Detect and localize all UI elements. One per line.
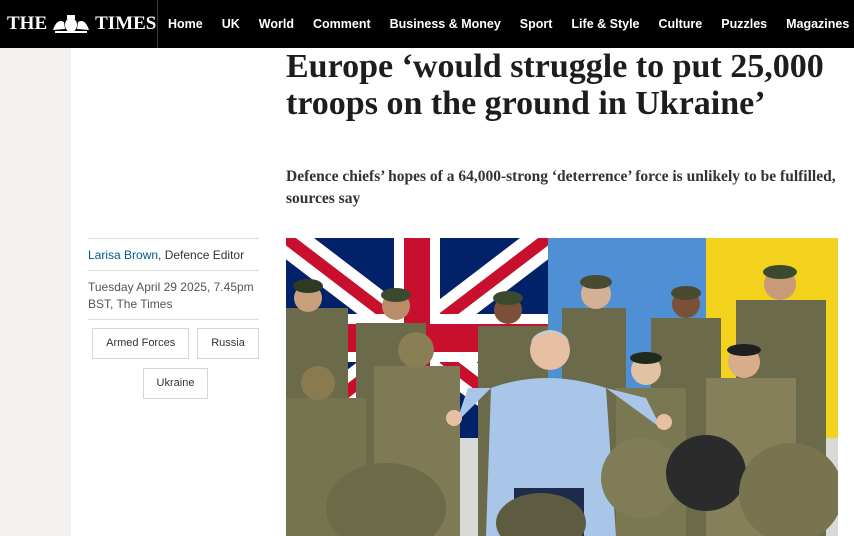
nav-home[interactable]: Home (168, 17, 203, 31)
nav-life-style[interactable]: Life & Style (571, 17, 639, 31)
meta-divider-middle (88, 270, 259, 271)
logo-word-times: TIMES (95, 13, 157, 34)
nav-comment[interactable]: Comment (313, 17, 371, 31)
author-link[interactable]: Larisa Brown (88, 248, 158, 262)
nav-world[interactable]: World (259, 17, 294, 31)
royal-crest-icon (53, 15, 90, 33)
article-standfirst: Defence chiefs’ hopes of a 64,000-strong… (286, 168, 836, 207)
tag-russia[interactable]: Russia (197, 328, 259, 359)
nav-culture[interactable]: Culture (659, 17, 703, 31)
meta-divider-bottom (88, 319, 259, 320)
nav-uk[interactable]: UK (222, 17, 240, 31)
logo-divider (157, 0, 158, 48)
nav-magazines[interactable]: Magazines (786, 17, 849, 31)
main-nav: Home UK World Comment Business & Money S… (168, 0, 854, 48)
top-navigation-bar: THE TIMES Home UK World Comment Business… (0, 0, 854, 48)
photo-scene (286, 238, 838, 536)
dateline: Tuesday April 29 2025, 7.45pm BST, The T… (88, 280, 254, 311)
tag-armed-forces[interactable]: Armed Forces (92, 328, 190, 359)
hero-photo (286, 238, 838, 536)
nav-puzzles[interactable]: Puzzles (721, 17, 767, 31)
nav-business-money[interactable]: Business & Money (390, 17, 501, 31)
meta-divider-top (88, 238, 259, 239)
nav-sport[interactable]: Sport (520, 17, 553, 31)
article-headline: Europe ‘would struggle to put 25,000 tro… (286, 48, 824, 122)
topic-tags: Armed Forces Russia Ukraine (88, 328, 263, 399)
tag-ukraine[interactable]: Ukraine (142, 368, 209, 399)
author-role: , Defence Editor (158, 248, 245, 262)
logo-word-the: THE (7, 13, 48, 34)
byline: Larisa Brown, Defence Editor (88, 248, 259, 262)
times-logo[interactable]: THE TIMES (7, 13, 156, 35)
